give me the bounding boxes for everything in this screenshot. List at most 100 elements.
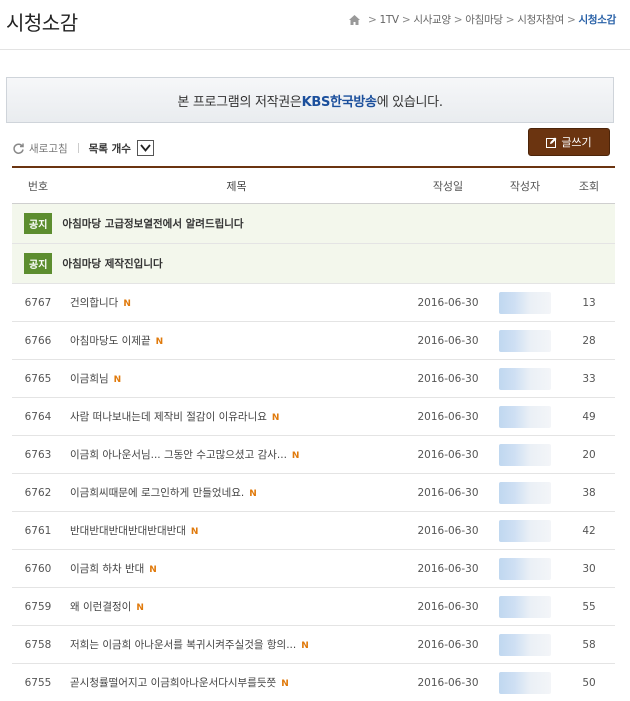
notice-title[interactable]: 아침마당 고급정보열전에서 알려드립니다 xyxy=(62,216,243,231)
post-title[interactable]: 저희는 이금희 아나운서를 복귀시켜주실것을 항의... xyxy=(70,639,296,651)
table-row[interactable]: 6765 이금희님 N 2016-06-30 33 xyxy=(12,360,615,398)
refresh-button[interactable]: 새로고침 xyxy=(12,141,68,156)
table-row[interactable]: 6767 건의합니다 N 2016-06-30 13 xyxy=(12,284,615,322)
post-views: 55 xyxy=(582,600,596,613)
post-title[interactable]: 곧시청률떨어지고 이금희아나운서다시부를듯쯧 xyxy=(70,677,276,689)
new-badge: N xyxy=(155,337,164,347)
banner-brand: KBS한국방송 xyxy=(301,94,377,110)
breadcrumb-separator: > xyxy=(401,13,411,26)
post-author xyxy=(487,291,563,314)
column-header-number: 번호 xyxy=(27,179,49,193)
refresh-icon xyxy=(13,142,24,154)
table-row[interactable]: 6761 반대반대반대반대반대반대 N 2016-06-30 42 xyxy=(12,512,615,550)
post-title-cell[interactable]: 저희는 이금희 아나운서를 복귀시켜주실것을 항의... N xyxy=(64,637,409,652)
post-title[interactable]: 왜 이런결정이 xyxy=(70,601,131,613)
post-number: 6762 xyxy=(24,486,52,499)
post-views: 42 xyxy=(582,524,596,537)
table-header: 번호 제목 작성일 작성자 조회 xyxy=(12,168,615,204)
list-count-select[interactable] xyxy=(136,140,154,156)
post-title-cell[interactable]: 곧시청률떨어지고 이금희아나운서다시부를듯쯧 N xyxy=(64,675,409,690)
table-row[interactable]: 6760 이금희 하차 반대 N 2016-06-30 30 xyxy=(12,550,615,588)
author-avatar-blur xyxy=(499,405,551,428)
post-number: 6760 xyxy=(24,562,52,575)
post-title-cell[interactable]: 아침마당도 이제끝 N xyxy=(64,333,409,348)
post-title-cell[interactable]: 왜 이런결정이 N xyxy=(64,599,409,614)
new-badge: N xyxy=(123,299,131,309)
write-button[interactable]: 글쓰기 xyxy=(528,128,610,156)
post-title-cell[interactable]: 이금희씨때문에 로그인하게 만들었네요. N xyxy=(64,485,409,500)
table-row[interactable]: 6762 이금희씨때문에 로그인하게 만들었네요. N 2016-06-30 38 xyxy=(12,474,615,512)
post-author xyxy=(487,595,563,618)
post-date: 2016-06-30 xyxy=(417,524,479,537)
new-badge: N xyxy=(149,565,157,575)
notice-row[interactable]: 공지 아침마당 제작진입니다 xyxy=(12,244,615,284)
post-title[interactable]: 이금희님 xyxy=(70,373,109,385)
breadcrumb: > 1TV > 시사교양 > 아침마당 > 시청자참여 > 시청소감 xyxy=(348,12,617,27)
table-row[interactable]: 6766 아침마당도 이제끝 N 2016-06-30 28 xyxy=(12,322,615,360)
table-row[interactable]: 6763 이금희 아나운서님... 그동안 수고많으셨고 감사... N 2016-0… xyxy=(12,436,615,474)
breadcrumb-item-participation[interactable]: 시청자참여 xyxy=(517,12,564,27)
post-number: 6761 xyxy=(24,524,52,537)
post-views: 30 xyxy=(582,562,596,575)
banner-suffix: 에 있습니다. xyxy=(376,94,443,110)
post-date: 2016-06-30 xyxy=(417,638,479,651)
post-date: 2016-06-30 xyxy=(417,448,479,461)
notice-badge: 공지 xyxy=(24,253,53,274)
chevron-down-icon xyxy=(140,144,151,152)
post-title-cell[interactable]: 사람 떠나보내는데 제작비 절감이 이유라니요 N xyxy=(64,409,409,424)
post-title[interactable]: 반대반대반대반대반대반대 xyxy=(70,525,186,537)
author-avatar-blur xyxy=(499,671,551,694)
post-views: 50 xyxy=(582,676,596,689)
post-title[interactable]: 사람 떠나보내는데 제작비 절감이 이유라니요 xyxy=(70,411,267,423)
post-title[interactable]: 이금희씨때문에 로그인하게 만들었네요. xyxy=(70,487,244,499)
page-header: 시청소감 > 1TV > 시사교양 > 아침마당 > 시청자참여 > 시청소감 xyxy=(0,0,630,50)
post-table: 번호 제목 작성일 작성자 조회 공지 아침마당 고급정보열전에서 알려드립니다… xyxy=(12,166,615,701)
table-row[interactable]: 6755 곧시청률떨어지고 이금희아나운서다시부를듯쯧 N 2016-06-30 50 xyxy=(12,664,615,701)
post-title-cell[interactable]: 이금희님 N xyxy=(64,371,409,386)
new-badge: N xyxy=(281,679,289,689)
breadcrumb-separator: > xyxy=(367,13,377,26)
post-views: 33 xyxy=(582,372,596,385)
post-date: 2016-06-30 xyxy=(417,296,479,309)
notice-row[interactable]: 공지 아침마당 고급정보열전에서 알려드립니다 xyxy=(12,204,615,244)
notice-title[interactable]: 아침마당 제작진입니다 xyxy=(62,256,162,271)
post-title-cell[interactable]: 건의합니다 N xyxy=(64,295,409,310)
breadcrumb-item-category[interactable]: 시사교양 xyxy=(413,12,451,27)
write-label: 글쓰기 xyxy=(561,136,592,149)
board-toolbar: 새로고침 목록 개수 글쓰기 xyxy=(12,128,610,159)
table-row[interactable]: 6758 저희는 이금희 아나운서를 복귀시켜주실것을 항의... N 2016-06… xyxy=(12,626,615,664)
table-row[interactable]: 6764 사람 떠나보내는데 제작비 절감이 이유라니요 N 2016-06-30 49 xyxy=(12,398,615,436)
breadcrumb-item-current[interactable]: 시청소감 xyxy=(579,12,617,27)
post-title[interactable]: 이금희 하차 반대 xyxy=(70,563,144,575)
post-number: 6755 xyxy=(24,676,52,689)
post-title[interactable]: 건의합니다 xyxy=(70,297,118,309)
breadcrumb-item-1tv[interactable]: 1TV xyxy=(379,14,399,26)
page-title: 시청소감 xyxy=(6,11,78,35)
post-number: 6766 xyxy=(24,334,52,347)
column-header-title: 제목 xyxy=(226,179,247,193)
breadcrumb-separator: > xyxy=(567,13,576,26)
new-badge: N xyxy=(190,527,199,537)
post-author xyxy=(487,443,563,466)
post-number: 6763 xyxy=(24,448,52,461)
column-header-date: 작성일 xyxy=(432,179,464,193)
post-title-cell[interactable]: 이금희 아나운서님... 그동안 수고많으셨고 감사... N xyxy=(64,447,409,462)
post-views: 38 xyxy=(582,486,596,499)
new-badge: N xyxy=(113,375,122,385)
post-title-cell[interactable]: 이금희 하차 반대 N xyxy=(64,561,409,576)
table-row[interactable]: 6759 왜 이런결정이 N 2016-06-30 55 xyxy=(12,588,615,626)
author-avatar-blur xyxy=(499,519,551,542)
post-author xyxy=(487,519,563,542)
post-number: 6765 xyxy=(24,372,52,385)
post-title[interactable]: 이금희 아나운서님... 그동안 수고많으셨고 감사... xyxy=(70,449,287,461)
author-avatar-blur xyxy=(499,329,551,352)
new-badge: N xyxy=(301,641,309,651)
post-title[interactable]: 아침마당도 이제끝 xyxy=(70,335,151,347)
post-title-cell[interactable]: 반대반대반대반대반대반대 N xyxy=(64,523,409,538)
breadcrumb-item-program[interactable]: 아침마당 xyxy=(465,12,503,27)
banner-prefix: 본 프로그램의 저작권은 xyxy=(177,94,302,110)
post-list: 6767 건의합니다 N 2016-06-30 13 6766 아침마당도 이제끝 N 2016… xyxy=(12,284,615,701)
new-badge: N xyxy=(136,603,144,613)
home-icon[interactable] xyxy=(348,14,360,25)
new-badge: N xyxy=(291,451,300,461)
